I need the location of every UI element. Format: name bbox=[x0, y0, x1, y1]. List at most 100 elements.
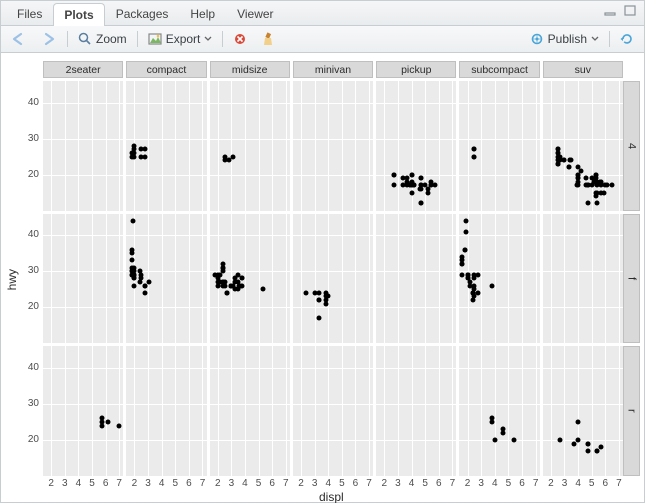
x-tick: 4 bbox=[573, 478, 583, 489]
x-tick: 3 bbox=[393, 478, 403, 489]
facet-panel bbox=[459, 81, 539, 211]
x-tick: 6 bbox=[600, 478, 610, 489]
x-tick: 6 bbox=[517, 478, 527, 489]
x-tick: 2 bbox=[379, 478, 389, 489]
export-button[interactable]: Export bbox=[144, 30, 217, 48]
facet-row-strip: r bbox=[623, 346, 640, 476]
x-tick: 7 bbox=[531, 478, 541, 489]
x-tick: 5 bbox=[587, 478, 597, 489]
facet-panel bbox=[43, 346, 123, 476]
x-tick: 7 bbox=[281, 478, 291, 489]
x-tick: 3 bbox=[476, 478, 486, 489]
x-tick: 2 bbox=[296, 478, 306, 489]
y-tick: 30 bbox=[19, 265, 39, 276]
facet-col-strip: subcompact bbox=[459, 61, 539, 78]
facet-row-strip: f bbox=[623, 214, 640, 344]
minimize-icon[interactable] bbox=[604, 5, 618, 17]
x-tick: 4 bbox=[323, 478, 333, 489]
publish-button[interactable]: Publish bbox=[526, 30, 603, 48]
facet-panel bbox=[210, 346, 290, 476]
facet-panel bbox=[376, 81, 456, 211]
y-tick: 30 bbox=[19, 398, 39, 409]
tab-files[interactable]: Files bbox=[6, 2, 53, 25]
x-tick: 4 bbox=[240, 478, 250, 489]
x-tick: 7 bbox=[364, 478, 374, 489]
facet-col-strip: pickup bbox=[376, 61, 456, 78]
clear-plots-button[interactable] bbox=[257, 30, 279, 48]
x-axis-label: displ bbox=[319, 490, 344, 503]
x-tick: 3 bbox=[143, 478, 153, 489]
x-tick: 3 bbox=[226, 478, 236, 489]
x-tick: 7 bbox=[614, 478, 624, 489]
maximize-icon[interactable] bbox=[624, 5, 638, 17]
forward-button[interactable] bbox=[37, 30, 61, 48]
zoom-label: Zoom bbox=[96, 32, 127, 46]
facet-panel bbox=[376, 214, 456, 344]
x-tick: 2 bbox=[129, 478, 139, 489]
tab-packages[interactable]: Packages bbox=[105, 2, 180, 25]
x-tick: 5 bbox=[87, 478, 97, 489]
x-tick: 4 bbox=[73, 478, 83, 489]
publish-label: Publish bbox=[548, 32, 587, 46]
facet-panel bbox=[43, 81, 123, 211]
facet-panel bbox=[126, 346, 206, 476]
facet-col-strip: midsize bbox=[210, 61, 290, 78]
refresh-button[interactable] bbox=[616, 30, 638, 48]
y-tick: 20 bbox=[19, 434, 39, 445]
x-tick: 4 bbox=[490, 478, 500, 489]
facet-panel bbox=[210, 81, 290, 211]
tab-plots[interactable]: Plots bbox=[53, 3, 104, 26]
x-tick: 3 bbox=[60, 478, 70, 489]
x-tick: 5 bbox=[337, 478, 347, 489]
x-tick: 5 bbox=[503, 478, 513, 489]
export-label: Export bbox=[166, 32, 201, 46]
facet-col-strip: 2seater bbox=[43, 61, 123, 78]
y-tick: 40 bbox=[19, 97, 39, 108]
facet-col-strip: minivan bbox=[293, 61, 373, 78]
x-tick: 2 bbox=[546, 478, 556, 489]
x-tick: 7 bbox=[114, 478, 124, 489]
x-tick: 6 bbox=[184, 478, 194, 489]
facet-panel bbox=[126, 81, 206, 211]
x-tick: 4 bbox=[157, 478, 167, 489]
chevron-down-icon bbox=[591, 36, 599, 42]
facet-panel bbox=[376, 346, 456, 476]
x-tick: 5 bbox=[420, 478, 430, 489]
facet-panel bbox=[126, 214, 206, 344]
x-tick: 2 bbox=[46, 478, 56, 489]
back-button[interactable] bbox=[7, 30, 31, 48]
y-tick: 40 bbox=[19, 229, 39, 240]
facet-scatter-plot: hwy displ 2seatercompactmidsizeminivanpick… bbox=[3, 55, 642, 500]
x-tick: 2 bbox=[213, 478, 223, 489]
facet-panel bbox=[543, 346, 623, 476]
x-tick: 2 bbox=[463, 478, 473, 489]
facet-panel bbox=[293, 346, 373, 476]
y-axis-label: hwy bbox=[5, 269, 19, 290]
remove-plot-button[interactable] bbox=[229, 30, 251, 48]
facet-panel bbox=[459, 214, 539, 344]
facet-panel bbox=[293, 214, 373, 344]
facet-panel bbox=[543, 214, 623, 344]
facet-col-strip: compact bbox=[126, 61, 206, 78]
facet-col-strip: suv bbox=[543, 61, 623, 78]
zoom-button[interactable]: Zoom bbox=[74, 30, 131, 48]
y-tick: 30 bbox=[19, 133, 39, 144]
tab-help[interactable]: Help bbox=[179, 2, 226, 25]
pane-tabbar: Files Plots Packages Help Viewer bbox=[1, 1, 644, 26]
x-tick: 7 bbox=[447, 478, 457, 489]
chevron-down-icon bbox=[204, 36, 212, 42]
facet-panel bbox=[210, 214, 290, 344]
y-tick: 20 bbox=[19, 169, 39, 180]
x-tick: 3 bbox=[310, 478, 320, 489]
x-tick: 6 bbox=[101, 478, 111, 489]
x-tick: 6 bbox=[350, 478, 360, 489]
x-tick: 5 bbox=[254, 478, 264, 489]
facet-panel bbox=[459, 346, 539, 476]
x-tick: 3 bbox=[559, 478, 569, 489]
x-tick: 6 bbox=[267, 478, 277, 489]
plots-toolbar: Zoom Export Publish bbox=[1, 26, 644, 53]
y-tick: 40 bbox=[19, 362, 39, 373]
plot-area: hwy displ 2seatercompactmidsizeminivanpick… bbox=[1, 53, 644, 502]
tab-viewer[interactable]: Viewer bbox=[226, 2, 284, 25]
facet-row-strip: 4 bbox=[623, 81, 640, 211]
